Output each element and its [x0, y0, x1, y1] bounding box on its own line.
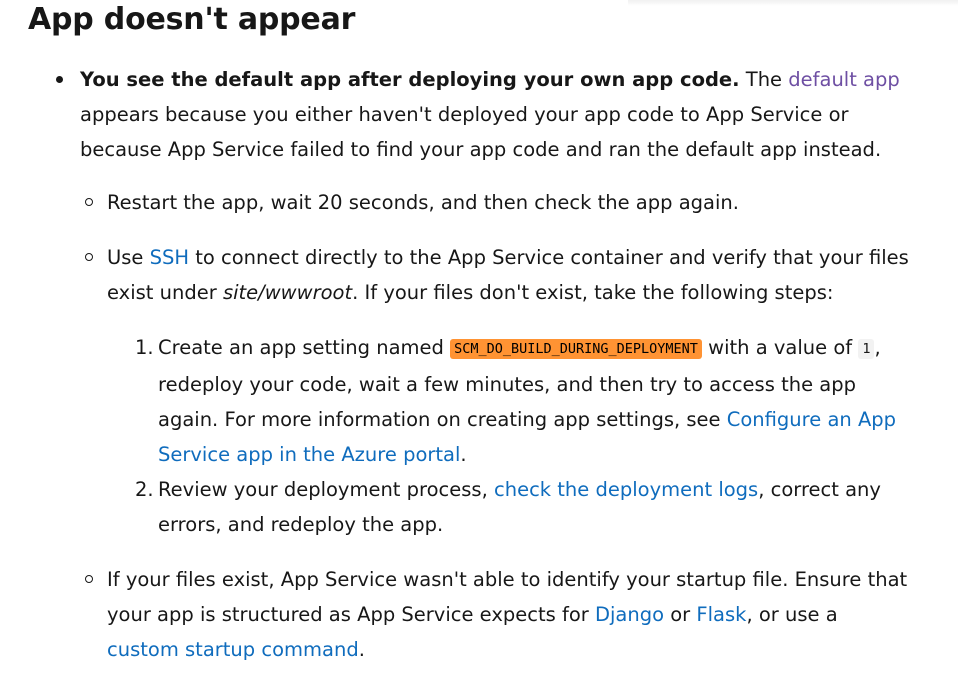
- default-app-link[interactable]: default app: [788, 68, 900, 91]
- sub-item-startup: If your files exist, App Service wasn't …: [85, 562, 912, 667]
- app-setting-code: SCM_DO_BUILD_DURING_DEPLOYMENT: [450, 339, 702, 359]
- step-item-2: 2. Review your deployment process, check…: [135, 472, 912, 542]
- django-link[interactable]: Django: [595, 603, 664, 626]
- ssh-text-1: Use: [107, 246, 150, 269]
- steps-list: 1. Create an app setting named SCM_DO_BU…: [107, 330, 912, 542]
- ssh-link[interactable]: SSH: [150, 246, 189, 269]
- ssh-text-3: . If your files don't exist, take the fo…: [352, 281, 834, 304]
- section-content: You see the default app after deploying …: [0, 62, 958, 687]
- step-number: 1.: [135, 336, 154, 359]
- setting-value-code: 1: [858, 339, 875, 359]
- bullet-list: You see the default app after deploying …: [0, 62, 958, 667]
- step-1-text-2: with a value of: [701, 336, 859, 359]
- bullet-paragraph: You see the default app after deploying …: [80, 62, 912, 167]
- bullet-default-app: You see the default app after deploying …: [56, 62, 912, 667]
- top-right-shadow: [628, 0, 958, 6]
- bullet-text-2: appears because you either haven't deplo…: [80, 103, 882, 161]
- startup-text-3: , or use a: [746, 603, 838, 626]
- step-number: 2.: [135, 478, 154, 501]
- sub-list: Restart the app, wait 20 seconds, and th…: [80, 185, 912, 667]
- startup-text-4: .: [358, 638, 365, 661]
- restart-text: Restart the app, wait 20 seconds, and th…: [107, 191, 739, 214]
- deployment-logs-link[interactable]: check the deployment logs: [494, 478, 758, 501]
- wwwroot-path: site/wwwroot: [222, 281, 353, 304]
- custom-startup-link[interactable]: custom startup command: [107, 638, 359, 661]
- step-1-text-1: Create an app setting named: [158, 336, 451, 359]
- sub-item-restart: Restart the app, wait 20 seconds, and th…: [85, 185, 912, 220]
- step-2-text-1: Review your deployment process,: [158, 478, 494, 501]
- step-item-1: 1. Create an app setting named SCM_DO_BU…: [135, 330, 912, 472]
- startup-text-2: or: [664, 603, 697, 626]
- bullet-heading: You see the default app after deploying …: [80, 68, 740, 91]
- flask-link[interactable]: Flask: [696, 603, 746, 626]
- section-heading: App doesn't appear: [28, 2, 356, 37]
- bullet-text-1: The: [739, 68, 789, 91]
- sub-item-ssh: Use SSH to connect directly to the App S…: [85, 240, 912, 542]
- step-1-text-4: .: [460, 443, 467, 466]
